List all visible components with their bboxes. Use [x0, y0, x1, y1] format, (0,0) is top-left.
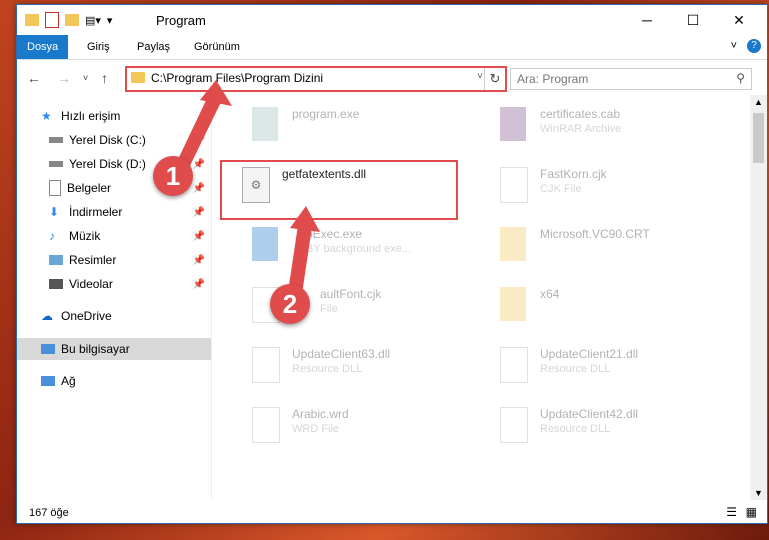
- dll-gear-icon: [500, 407, 528, 443]
- address-bar[interactable]: C:\Program Files\Program Dizini ˅ ↻: [125, 66, 507, 92]
- network-icon: [41, 376, 55, 386]
- scrollbar-thumb[interactable]: [753, 113, 764, 163]
- recent-locations-icon[interactable]: ˅: [83, 73, 88, 83]
- maximize-button[interactable]: ☐: [670, 5, 716, 35]
- file-item[interactable]: FastKorn.cjk CJK File: [490, 159, 730, 215]
- expand-ribbon-icon[interactable]: ˅: [731, 40, 737, 52]
- item-count: 167 öğe: [29, 507, 69, 519]
- scroll-down-icon[interactable]: ▼: [754, 488, 763, 498]
- file-icon: [500, 167, 528, 203]
- navigation-pane: ★ Hızlı erişim Yerel Disk (C:) 📌 Yerel Dis…: [17, 95, 212, 500]
- status-bar: 167 öğe ☰ ▦: [17, 503, 767, 523]
- file-item[interactable]: UpdateClient63.dll Resource DLL: [242, 339, 482, 395]
- target-file-highlight: [220, 160, 458, 220]
- document-icon: [49, 180, 61, 196]
- star-icon: ★: [41, 109, 52, 123]
- folder-icon: [500, 227, 526, 261]
- folder-icon: [131, 72, 145, 83]
- pin-icon: 📌: [192, 278, 205, 290]
- music-icon: ♪: [49, 229, 55, 243]
- archive-icon: [500, 107, 526, 141]
- tab-share[interactable]: Paylaş: [127, 35, 180, 59]
- minimize-button[interactable]: ─: [624, 5, 670, 35]
- file-icon: [252, 407, 280, 443]
- sidebar-item-this-pc[interactable]: Bu bilgisayar: [17, 338, 211, 360]
- sidebar-item-pictures[interactable]: Resimler 📌: [17, 249, 211, 271]
- tab-view[interactable]: Görünüm: [184, 35, 250, 59]
- pin-icon: 📌: [192, 254, 205, 266]
- file-item[interactable]: program.exe: [242, 99, 482, 155]
- customize-toolbar-icon[interactable]: ▾: [107, 14, 113, 27]
- window-app-icon: [252, 227, 278, 261]
- forward-icon[interactable]: →: [57, 70, 71, 86]
- pin-icon: 📌: [192, 230, 205, 242]
- title-bar: ▤▾ ▾ Program ─ ☐ ✕: [17, 5, 767, 35]
- large-icons-view-icon[interactable]: ▦: [746, 505, 757, 519]
- pin-icon: 📌: [192, 158, 205, 170]
- sidebar-item-network[interactable]: Ağ: [17, 370, 211, 392]
- vertical-scrollbar[interactable]: ▲ ▼: [750, 95, 767, 500]
- address-path: C:\Program Files\Program Dizini: [151, 71, 324, 85]
- sidebar-item-quick-access[interactable]: ★ Hızlı erişim: [17, 105, 211, 127]
- file-item[interactable]: certificates.cab WinRAR Archive: [490, 99, 730, 155]
- download-icon: ⬇: [49, 205, 60, 219]
- window-title: Program: [156, 13, 206, 28]
- file-item[interactable]: UpdateClient21.dll Resource DLL: [490, 339, 730, 395]
- up-icon[interactable]: ↑: [101, 70, 108, 86]
- search-input[interactable]: Ara: Program ⚲: [510, 68, 752, 90]
- video-icon: [49, 279, 63, 289]
- pin-icon: 📌: [192, 206, 205, 218]
- sidebar-item-videos[interactable]: Videolar 📌: [17, 273, 211, 295]
- step-badge-2: 2: [270, 284, 310, 324]
- pin-icon: 📌: [192, 182, 205, 194]
- refresh-icon[interactable]: ↻: [484, 68, 505, 90]
- computer-icon: [41, 344, 55, 354]
- search-placeholder: Ara: Program: [517, 72, 589, 86]
- file-item[interactable]: pExec.exe BY background exe...: [242, 219, 482, 275]
- drive-icon: [49, 161, 63, 167]
- picture-icon: [49, 255, 63, 265]
- ribbon-tabs: Dosya Giriş Paylaş Görünüm ˅ ?: [17, 35, 767, 60]
- quick-access-toolbar: ▤▾ ▾: [25, 12, 112, 28]
- dll-gear-icon: [500, 347, 528, 383]
- chevron-down-icon[interactable]: ˅: [477, 71, 483, 82]
- view-icon[interactable]: ▤▾: [85, 14, 101, 27]
- folder-icon: [500, 287, 526, 321]
- file-item[interactable]: Microsoft.VC90.CRT: [490, 219, 730, 275]
- tab-home[interactable]: Giriş: [77, 35, 120, 59]
- file-item[interactable]: Arabic.wrd WRD File: [242, 399, 482, 455]
- file-item[interactable]: x64: [490, 279, 730, 335]
- properties-icon[interactable]: [45, 12, 59, 28]
- folder-icon: [25, 14, 39, 26]
- explorer-window: ▤▾ ▾ Program ─ ☐ ✕ Dosya Giriş Paylaş Gö…: [16, 4, 768, 524]
- back-icon[interactable]: ←: [27, 70, 41, 86]
- sidebar-item-music[interactable]: ♪ Müzik 📌: [17, 225, 211, 247]
- tab-file[interactable]: Dosya: [17, 35, 69, 59]
- cloud-icon: ☁: [41, 309, 53, 323]
- close-button[interactable]: ✕: [716, 5, 762, 35]
- file-item[interactable]: UpdateClient42.dll Resource DLL: [490, 399, 730, 455]
- scroll-up-icon[interactable]: ▲: [754, 97, 763, 107]
- search-icon: ⚲: [736, 71, 745, 85]
- sidebar-item-local-disk-c[interactable]: Yerel Disk (C:) 📌: [17, 129, 211, 151]
- pin-icon: 📌: [192, 134, 205, 146]
- step-badge-1: 1: [153, 156, 193, 196]
- help-icon[interactable]: ?: [747, 39, 761, 53]
- details-view-icon[interactable]: ☰: [726, 505, 737, 519]
- exe-icon: [252, 107, 278, 141]
- sidebar-item-onedrive[interactable]: ☁ OneDrive: [17, 305, 211, 327]
- drive-icon: [49, 137, 63, 143]
- dll-gear-icon: [252, 347, 280, 383]
- new-folder-icon[interactable]: [65, 14, 79, 26]
- sidebar-item-downloads[interactable]: ⬇ İndirmeler 📌: [17, 201, 211, 223]
- address-row: ← → ˅ ↑ C:\Program Files\Program Dizini …: [17, 63, 767, 95]
